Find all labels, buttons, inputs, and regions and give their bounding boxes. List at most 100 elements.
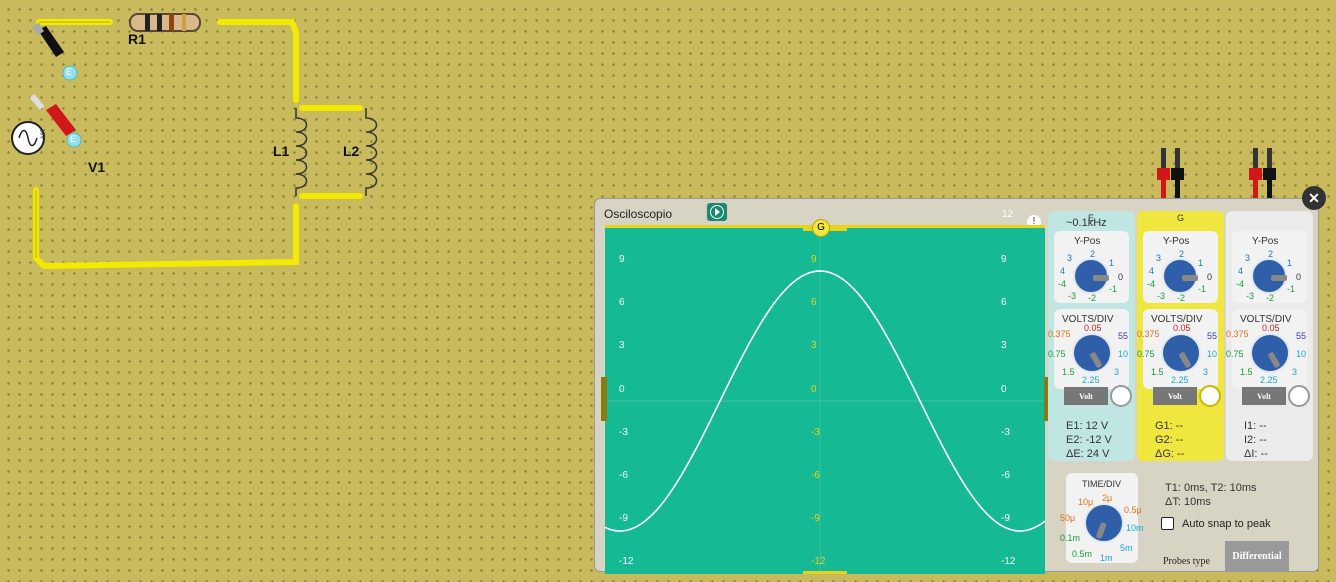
ypos-knob[interactable] [1162, 258, 1198, 294]
time-div-control[interactable]: TIME/DIV 10μ 2μ 50μ 0.5μ 0.1m 10m 0.5m 1… [1060, 473, 1144, 563]
ypos-mark: 4 [1238, 266, 1244, 276]
left-axis-tick: 6 [619, 297, 625, 309]
v1-label: V1 [88, 159, 106, 175]
vdiv-mark: 0.05 [1084, 323, 1102, 333]
cursor-time-readout: T1: 0ms, T2: 10ms [1165, 482, 1257, 494]
readout-2: I2: -- [1244, 434, 1267, 446]
left-axis-tick: 3 [619, 340, 625, 352]
left-offset-handle[interactable] [601, 377, 607, 421]
auto-snap-label: Auto snap to peak [1182, 517, 1271, 530]
vdiv-mark: 0.75 [1226, 349, 1244, 359]
volts-div-knob[interactable] [1161, 333, 1201, 373]
vdiv-mark: 0.375 [1048, 329, 1071, 339]
ypos-mark: -1 [1109, 284, 1118, 294]
vdiv-mark: 1.5 [1151, 367, 1164, 377]
ypos-knob[interactable] [1251, 258, 1287, 294]
ypos-knob[interactable] [1073, 258, 1109, 294]
scope-screen[interactable]: 9 6 3 0 -3 -6 -9 -12 9 6 3 0 -3 -6 -9 -12 9 6 3 0 -3 -6 -9 -12 … [605, 219, 1045, 574]
left-axis-tick: -6 [619, 470, 628, 481]
close-oscilloscope-button[interactable]: ✕ [1302, 186, 1326, 210]
readout-2: E2: -12 V [1066, 434, 1112, 446]
ypos-mark: 3 [1067, 253, 1073, 263]
channel-play-icon[interactable] [1288, 385, 1310, 407]
readout-1: I1: -- [1244, 420, 1267, 432]
vdiv-mark: 2.25 [1260, 375, 1278, 385]
ypos-mark: -4 [1147, 279, 1156, 289]
time-mark-2: 50μ [1060, 513, 1076, 523]
vdiv-mark: 0.375 [1137, 329, 1160, 339]
time-div-label: TIME/DIV [1082, 479, 1122, 489]
vdiv-mark: 10 [1118, 349, 1129, 359]
ypos-mark: 3 [1245, 253, 1251, 263]
ypos-mark: -2 [1088, 293, 1097, 303]
vdiv-mark: 55 [1118, 331, 1129, 341]
ypos-mark: -4 [1236, 279, 1245, 289]
vdiv-mark: 10 [1296, 349, 1307, 359]
volts-div-knob[interactable] [1250, 333, 1290, 373]
readout-delta: ΔG: -- [1155, 448, 1185, 460]
waveform-plot [605, 228, 1045, 574]
time-div-knob[interactable] [1084, 503, 1124, 543]
vdiv-mark: 2.25 [1082, 375, 1100, 385]
ypos-mark: 1 [1198, 258, 1204, 268]
play-button[interactable] [707, 203, 727, 221]
readout-1: G1: -- [1155, 420, 1184, 432]
source-value-label: 10V [38, 128, 45, 140]
ypos-control[interactable]: Y-Pos 3 2 1 0 4 -4 -3 -2 -1 [1232, 231, 1307, 303]
vdiv-mark: 10 [1207, 349, 1218, 359]
volts-div-control[interactable]: VOLTS/DIV 0.375 0.05 55 0.75 10 1.5 3 2.… [1137, 309, 1218, 389]
vdiv-mark: 3 [1292, 367, 1298, 377]
probe-black-tag[interactable]: E [66, 67, 72, 77]
ypos-label: Y-Pos [1163, 236, 1190, 247]
ypos-mark: -1 [1287, 284, 1296, 294]
auto-snap-checkbox[interactable] [1161, 517, 1174, 530]
ypos-label: Y-Pos [1252, 236, 1279, 247]
vdiv-mark: 55 [1296, 331, 1307, 341]
volt-button[interactable]: Volt [1064, 387, 1108, 405]
center-axis-tick: -6 [811, 470, 820, 481]
right-axis-tick: 0 [1001, 383, 1007, 395]
vdiv-mark: 3 [1114, 367, 1120, 377]
probe-red-tag[interactable]: E [70, 134, 76, 144]
ypos-mark: 4 [1060, 266, 1066, 276]
ypos-label: Y-Pos [1074, 236, 1101, 247]
channel-g-marker[interactable]: G [812, 219, 830, 237]
vdiv-mark: 1.5 [1240, 367, 1253, 377]
volt-button[interactable]: Volt [1153, 387, 1197, 405]
close-icon: ✕ [1308, 190, 1320, 206]
ypos-control[interactable]: Y-Pos 3 2 1 0 4 -4 -3 -2 -1 [1054, 231, 1129, 303]
channel-play-icon[interactable] [1199, 385, 1221, 407]
oscilloscope-window[interactable]: Osciloscopio 12 ! 9 6 3 0 -3 -6 -9 -12 9 6 3 0 -3 -6-… [594, 198, 1319, 574]
ypos-mark: -2 [1177, 293, 1186, 303]
ypos-mark: -4 [1058, 279, 1067, 289]
ypos-mark: -3 [1246, 291, 1255, 301]
ypos-mark: 0 [1296, 272, 1302, 282]
volts-div-knob[interactable] [1072, 333, 1112, 373]
probes-type-button[interactable]: Differential [1225, 541, 1289, 571]
volt-button[interactable]: Volt [1242, 387, 1286, 405]
time-mark-0: 10μ [1078, 497, 1094, 507]
volts-div-control[interactable]: VOLTS/DIV 0.375 0.05 55 0.75 10 1.5 3 2.… [1048, 309, 1129, 389]
vdiv-mark: 0.375 [1226, 329, 1249, 339]
auto-snap-option[interactable]: Auto snap to peak [1161, 517, 1271, 530]
vdiv-mark: 55 [1207, 331, 1218, 341]
right-axis-tick: -6 [1001, 470, 1010, 481]
volts-div-control[interactable]: VOLTS/DIV 0.375 0.05 55 0.75 10 1.5 3 2.… [1226, 309, 1307, 389]
channel-frequency: ~0.1kHz [1066, 217, 1107, 229]
time-mark-5: 10m [1126, 523, 1144, 533]
ypos-control[interactable]: Y-Pos 3 2 1 0 4 -4 -3 -2 -1 [1143, 231, 1218, 303]
time-mark-8: 5m [1120, 543, 1133, 553]
readout-2: G2: -- [1155, 434, 1184, 446]
right-axis-tick: 3 [1001, 340, 1007, 352]
channel-play-icon[interactable] [1110, 385, 1132, 407]
ypos-mark: 1 [1287, 258, 1293, 268]
ypos-mark: 2 [1090, 249, 1096, 259]
ypos-mark: 4 [1149, 266, 1155, 276]
center-axis-tick: 0 [811, 383, 817, 395]
readout-delta: ΔI: -- [1244, 448, 1268, 460]
right-axis-tick: -12 [1001, 556, 1016, 568]
right-axis-tick: 9 [1001, 254, 1007, 265]
channel-tag: G [1177, 213, 1185, 223]
vdiv-mark: 0.75 [1048, 349, 1066, 359]
vdiv-mark: 0.05 [1262, 323, 1280, 333]
